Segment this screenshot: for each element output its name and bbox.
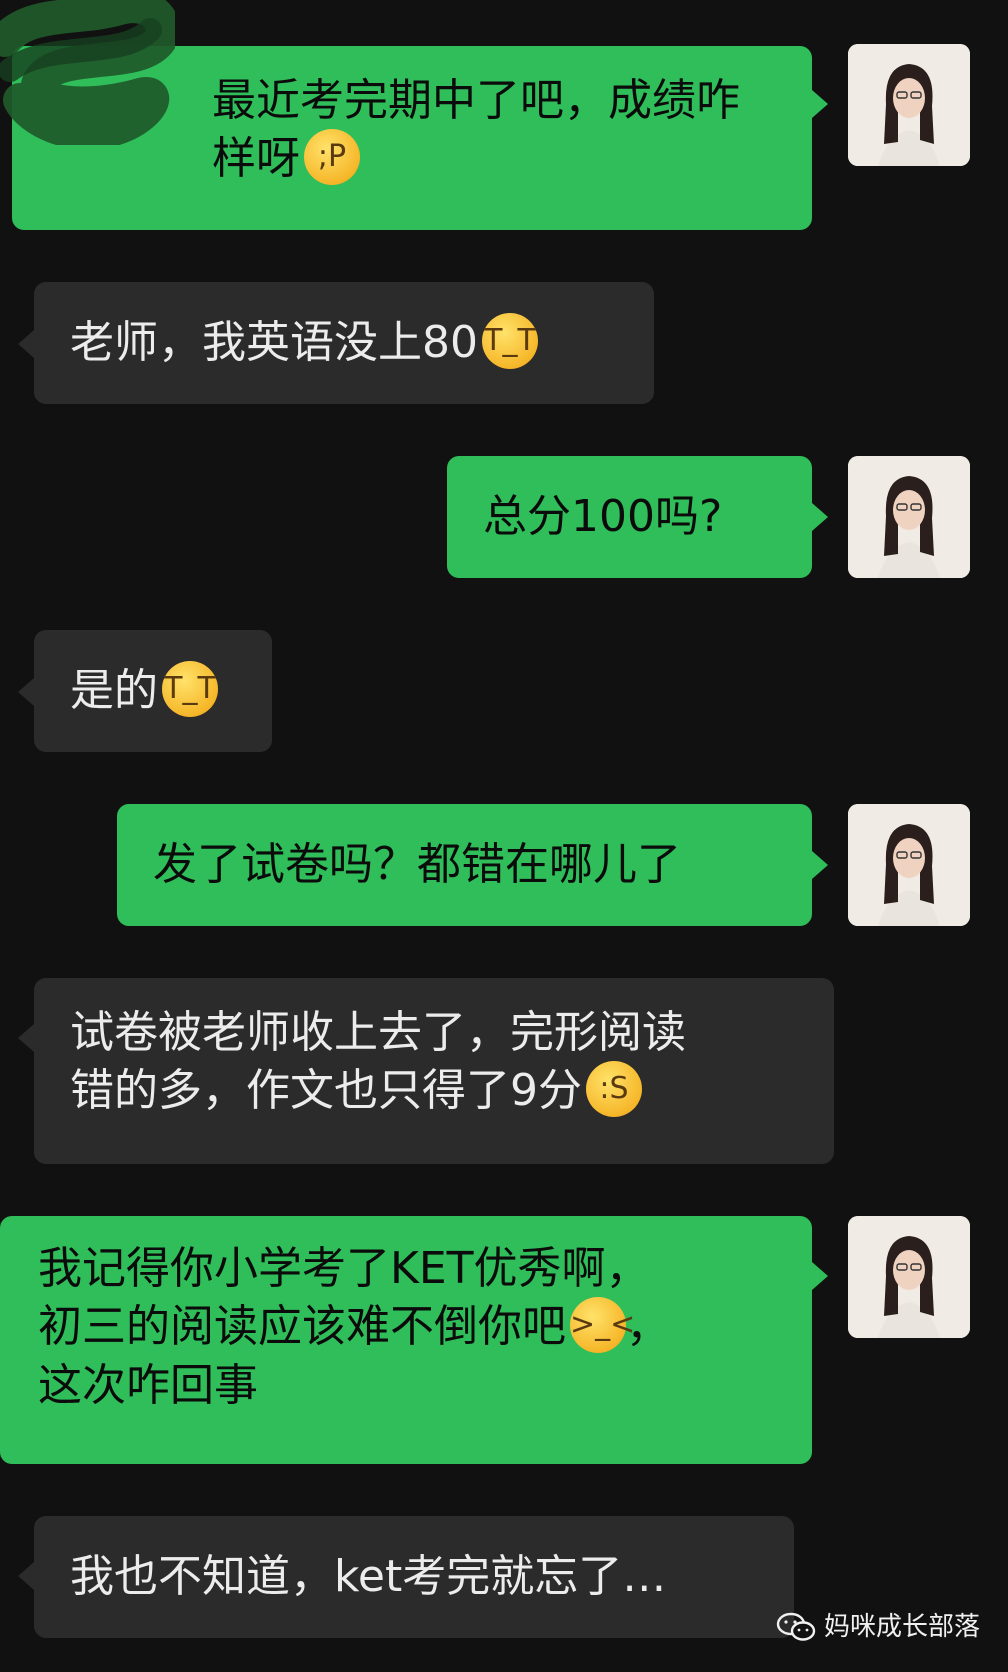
- message-text: 发了试卷吗？都错在哪儿了: [153, 839, 681, 890]
- chat-bubble[interactable]: 总分100吗?: [447, 456, 812, 578]
- bubble-tail: [812, 851, 828, 879]
- message-text-line: 试卷被老师收上去了，完形阅读: [70, 1007, 686, 1058]
- censor-scribble: [0, 0, 175, 145]
- bubble-tail: [812, 503, 828, 531]
- bubble-tail: [812, 90, 828, 118]
- winking-tongue-emoji: ;P: [304, 129, 360, 185]
- chat-bubble[interactable]: 我记得你小学考了KET优秀啊， 初三的阅读应该难不倒你吧 >_<， 这次咋回事: [0, 1216, 812, 1464]
- avatar[interactable]: [848, 804, 970, 926]
- avatar-portrait-image: [848, 44, 970, 166]
- message-text-line: 错的多，作文也只得了9分:S: [70, 1061, 798, 1121]
- avatar-portrait-image: [848, 1216, 970, 1338]
- bubble-tail: [18, 1562, 34, 1590]
- message-text: 老师，我英语没上80: [70, 317, 478, 368]
- watermark-text: 妈咪成长部落: [823, 1612, 980, 1642]
- chat-bubble[interactable]: 试卷被老师收上去了，完形阅读 错的多，作文也只得了9分:S: [34, 978, 834, 1164]
- chat-bubble[interactable]: 我也不知道，ket考完就忘了…: [34, 1516, 794, 1638]
- avatar[interactable]: [848, 1216, 970, 1338]
- chat-bubble[interactable]: 发了试卷吗？都错在哪儿了: [117, 804, 812, 926]
- bubble-tail: [18, 678, 34, 706]
- message-text-line: 我记得你小学考了KET优秀啊，: [38, 1243, 650, 1294]
- avatar[interactable]: [848, 456, 970, 578]
- message-text: 是的: [70, 665, 158, 716]
- avatar[interactable]: [848, 44, 970, 166]
- facepalm-emoji: >_<: [570, 1297, 635, 1353]
- bubble-tail: [18, 1024, 34, 1052]
- bubble-tail: [18, 330, 34, 358]
- avatar-portrait-image: [848, 456, 970, 578]
- crying-emoji: T_T: [162, 661, 218, 717]
- watermark: 妈咪成长部落: [776, 1610, 980, 1644]
- broken-face-emoji: :S: [586, 1061, 642, 1117]
- message-text: 总分100吗?: [483, 491, 723, 542]
- message-text: 我也不知道，ket考完就忘了…: [70, 1551, 667, 1602]
- chat-bubble[interactable]: 是的 T_T: [34, 630, 272, 752]
- wechat-icon: [776, 1612, 816, 1641]
- message-text-line: 这次咋回事: [38, 1360, 258, 1411]
- bubble-tail: [812, 1262, 828, 1290]
- avatar-portrait-image: [848, 804, 970, 926]
- crying-emoji: T_T: [482, 313, 538, 369]
- message-text: 最近考完期中了吧，成绩咋样呀: [212, 75, 740, 184]
- message-text-line: 初三的阅读应该难不倒你吧 >_<，: [38, 1297, 776, 1357]
- chat-bubble[interactable]: 老师，我英语没上80 T_T: [34, 282, 654, 404]
